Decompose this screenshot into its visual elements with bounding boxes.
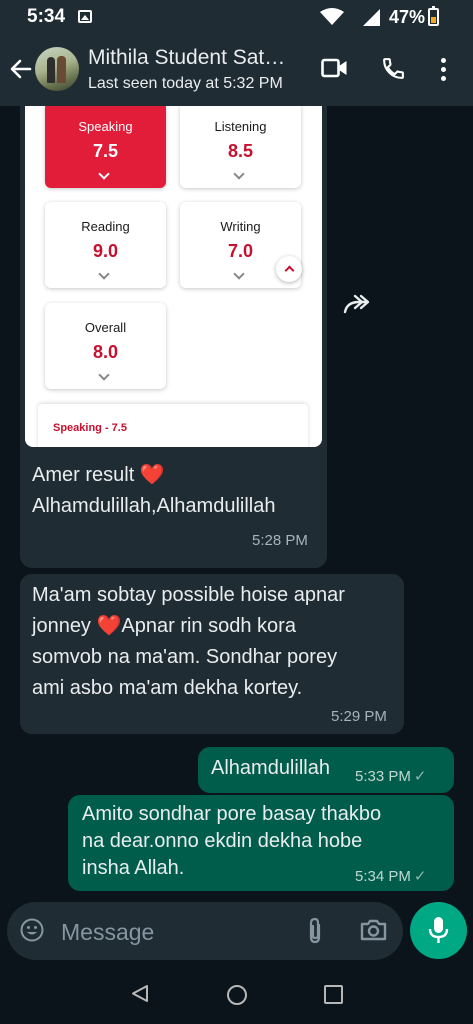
score-label: Speaking [78, 119, 133, 134]
outgoing-text-message[interactable]: Alhamdulillah 5:33 PM ✓ [198, 747, 454, 793]
sent-check-icon: ✓ [413, 868, 427, 885]
message-time-value: 5:34 PM [355, 868, 411, 885]
score-label: Overall [84, 320, 127, 335]
score-value: 7.5 [92, 141, 119, 161]
back-arrow-icon[interactable] [8, 56, 34, 82]
microphone-icon [428, 917, 449, 943]
outgoing-text-message[interactable]: Amito sondhar pore basay thakbo na dear.… [68, 795, 454, 891]
battery-icon [428, 6, 439, 26]
score-card-listening: Listening 8.5 [180, 106, 301, 188]
chevron-down-icon [98, 369, 110, 381]
score-label: Writing [220, 219, 261, 234]
message-line: Ma'am sobtay possible hoise apnar [32, 584, 345, 606]
forward-icon[interactable] [343, 294, 371, 316]
video-call-icon[interactable] [321, 58, 348, 78]
message-time: 5:33 PM ✓ [355, 767, 426, 785]
contact-avatar[interactable] [35, 47, 79, 91]
message-time-value: 5:33 PM [355, 768, 411, 785]
score-value: 8.0 [92, 342, 119, 362]
gallery-notification-icon [78, 10, 92, 23]
message-text: Amito sondhar pore basay thakbo na dear.… [82, 801, 381, 882]
message-time: 5:28 PM [252, 532, 308, 549]
message-line: ami asbo ma'am dekha kortey. [32, 677, 303, 699]
message-line: jonney ❤️Apnar rin sodh kora [32, 615, 296, 637]
message-text: Ma'am sobtay possible hoise apnar jonney… [32, 580, 345, 704]
incoming-image-message[interactable]: Speaking 7.5 Listening 8.5 Reading 9.0 W… [20, 106, 327, 568]
status-time: 5:34 [27, 6, 66, 27]
voice-call-icon[interactable] [381, 56, 406, 81]
ielts-result-image[interactable]: Speaking 7.5 Listening 8.5 Reading 9.0 W… [25, 106, 322, 447]
nav-recents-icon[interactable] [324, 985, 343, 1004]
more-options-icon[interactable] [441, 58, 447, 82]
chevron-down-icon [98, 168, 110, 180]
camera-icon[interactable] [360, 918, 387, 941]
message-time: 5:34 PM ✓ [355, 867, 426, 885]
score-card-overall: Overall 8.0 [45, 303, 166, 389]
message-line: Amito sondhar pore basay thakbo [82, 803, 382, 825]
chevron-up-icon [276, 256, 302, 282]
score-card-speaking: Speaking 7.5 [45, 106, 166, 188]
attachment-icon[interactable] [307, 917, 323, 945]
speaking-detail-label: Speaking - 7.5 [53, 422, 127, 434]
battery-percent: 47% [389, 7, 426, 27]
chevron-down-icon [233, 268, 245, 280]
message-text: Alhamdulillah [211, 753, 330, 784]
signal-icon [363, 9, 380, 26]
message-line: na dear.onno ekdin dekha hobe [82, 830, 363, 852]
score-value: 9.0 [92, 241, 119, 261]
emoji-icon[interactable] [20, 918, 44, 942]
voice-message-button[interactable] [410, 902, 467, 959]
message-line: Alhamdulillah,Alhamdulillah [32, 495, 276, 517]
message-time: 5:29 PM [331, 708, 387, 725]
score-card-reading: Reading 9.0 [45, 202, 166, 288]
last-seen-status: Last seen today at 5:32 PM [88, 75, 283, 92]
message-line: Amer result ❤️ [32, 464, 165, 486]
speaking-detail-strip: Speaking - 7.5 [38, 404, 308, 447]
message-line: Alhamdulillah [211, 757, 330, 779]
incoming-text-message[interactable]: Ma'am sobtay possible hoise apnar jonney… [20, 574, 404, 734]
message-line: insha Allah. [82, 857, 185, 879]
chat-header: Mithila Student Sat… Last seen today at … [0, 34, 473, 106]
sent-check-icon: ✓ [413, 768, 427, 785]
message-composer [7, 902, 403, 960]
score-value: 8.5 [227, 141, 254, 161]
chat-messages[interactable]: Speaking 7.5 Listening 8.5 Reading 9.0 W… [0, 106, 473, 900]
score-label: Listening [214, 119, 267, 134]
system-navigation-bar [0, 964, 473, 1024]
score-label: Reading [81, 219, 130, 234]
message-line: somvob na ma'am. Sondhar porey [32, 646, 338, 668]
nav-home-icon[interactable] [227, 985, 247, 1005]
nav-back-icon[interactable] [131, 984, 149, 1003]
chevron-down-icon [233, 168, 245, 180]
message-input[interactable] [59, 914, 283, 950]
wifi-icon [320, 8, 344, 25]
status-bar: 5:34 47% [0, 0, 473, 34]
contact-name[interactable]: Mithila Student Sat… [88, 46, 285, 70]
message-text: Amer result ❤️ Alhamdulillah,Alhamdulill… [32, 460, 275, 522]
chevron-down-icon [98, 268, 110, 280]
